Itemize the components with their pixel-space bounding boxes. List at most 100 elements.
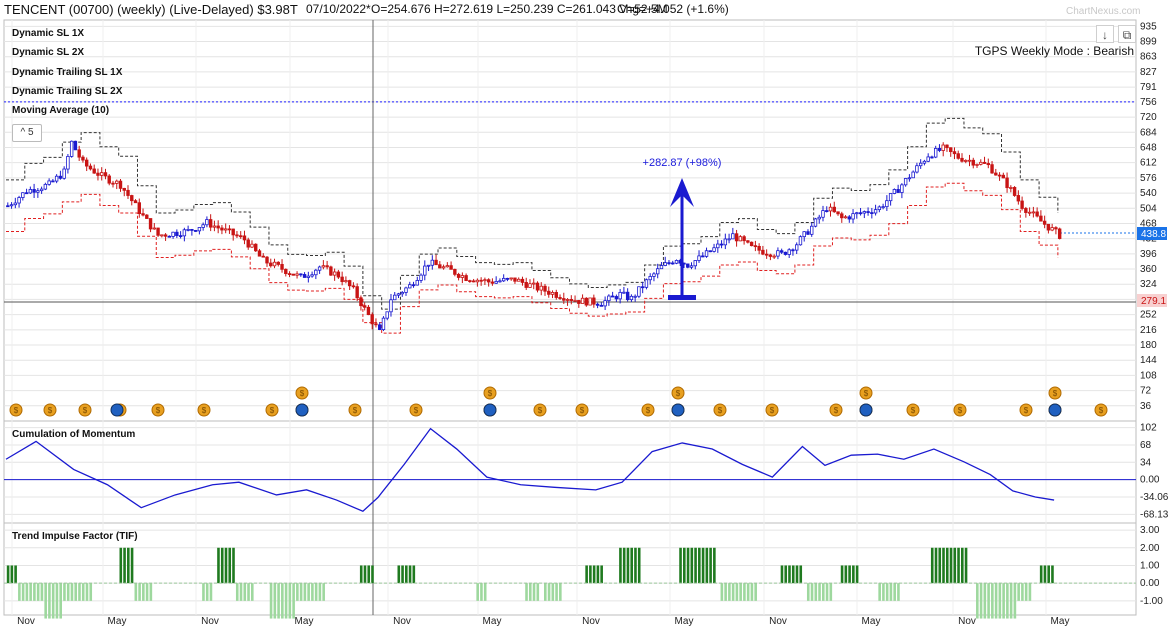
split-icon [483, 403, 497, 417]
candle-body [783, 251, 788, 255]
tif-bar [371, 565, 374, 584]
candle-body [445, 265, 450, 268]
candle-body [69, 140, 74, 157]
tif-bar [363, 565, 367, 584]
candle-body [1046, 223, 1051, 231]
tif-bar [589, 565, 592, 584]
tif-bar [976, 583, 979, 619]
legend-dynamic-trailing-sl-1x: Dynamic Trailing SL 1X [12, 67, 123, 78]
candle-body [656, 268, 660, 275]
candle-body [1005, 177, 1009, 189]
candle-body [941, 144, 945, 151]
tif-bar [119, 547, 123, 584]
tif-bar [81, 583, 85, 601]
tif-bar [735, 583, 739, 601]
coin-icon: $ [83, 406, 88, 415]
candle-body [603, 300, 607, 307]
tif-bar [795, 565, 799, 584]
tif-bar [1002, 583, 1005, 619]
tif-bar [855, 565, 859, 584]
tif-bar [145, 583, 149, 601]
candle-body [979, 161, 983, 165]
tif-bar [780, 565, 784, 584]
candle-body [851, 213, 855, 220]
candle-body [419, 274, 423, 281]
x-tick-label: Nov [201, 616, 219, 627]
tif-bar [239, 583, 243, 601]
candle-body [471, 280, 476, 283]
candle-body [148, 218, 153, 230]
candle-body [971, 159, 975, 166]
coin-icon: $ [202, 406, 207, 415]
tif-bar [134, 583, 138, 601]
momentum-tick-label: -34.06 [1140, 492, 1169, 503]
candle-body [746, 240, 750, 243]
tif-bar [754, 583, 757, 601]
price-tick-label: 180 [1140, 340, 1157, 351]
candle-body [689, 265, 694, 268]
x-tick-label: May [108, 616, 127, 627]
candle-body [994, 172, 998, 176]
tif-bar [634, 547, 637, 584]
tif-bar [619, 547, 622, 584]
price-tick-label: 756 [1140, 97, 1157, 108]
download-arrow-icon[interactable]: ↓ [1096, 25, 1114, 43]
coin-icon: $ [414, 406, 419, 415]
tif-bar [882, 583, 885, 601]
ref-price-label: 279.1 [1141, 296, 1166, 307]
candle-body [532, 282, 536, 285]
candle-body [547, 290, 551, 295]
tif-bar [1009, 583, 1013, 619]
tif-bar [938, 547, 942, 584]
tif-title: Trend Impulse Factor (TIF) [12, 531, 138, 542]
price-tick-label: 72 [1140, 386, 1152, 397]
tif-bar [36, 583, 40, 601]
tif-bar [130, 547, 134, 584]
candle-body [836, 211, 840, 215]
candle-body [111, 182, 115, 185]
candle-body [877, 206, 882, 211]
tif-bar [149, 583, 153, 601]
candle-body [937, 148, 942, 151]
tif-bar [1028, 583, 1032, 601]
candle-body [892, 189, 897, 194]
candle-body [562, 298, 566, 301]
candle-body [400, 292, 404, 295]
candle-body [58, 175, 63, 179]
external-link-icon[interactable]: ⧉ [1118, 25, 1136, 43]
candle-body [182, 229, 187, 237]
candle-body [115, 180, 119, 184]
candle-body [663, 262, 667, 266]
tif-bar [528, 583, 532, 601]
candle-body [911, 171, 915, 179]
candle-body [768, 254, 773, 257]
period-badge[interactable]: ^ 5 [12, 124, 42, 142]
candle-body [1024, 208, 1028, 213]
candle-body [122, 187, 126, 191]
split-icon [110, 403, 124, 417]
candle-body [828, 206, 833, 212]
candle-body [242, 235, 247, 241]
tif-bar [217, 547, 220, 584]
candle-body [133, 200, 138, 204]
candle-body [907, 177, 912, 180]
tif-bar [14, 565, 17, 584]
candle-body [565, 299, 570, 301]
tif-bar [536, 583, 540, 601]
price-tick-label: 899 [1140, 37, 1157, 48]
tif-bar [307, 583, 310, 601]
coin-icon: $ [911, 406, 916, 415]
candle-body [821, 210, 825, 218]
coin-icon: $ [770, 406, 775, 415]
tif-bar [1013, 583, 1017, 619]
tif-bar [746, 583, 750, 601]
candle-body [614, 296, 619, 300]
tif-bar [713, 547, 716, 584]
candle-body [156, 227, 160, 236]
candle-body [32, 189, 36, 193]
candle-body [193, 230, 198, 232]
candle-body [625, 291, 630, 301]
candle-body [738, 236, 743, 242]
candle-body [468, 280, 472, 283]
tif-bar [21, 583, 25, 601]
